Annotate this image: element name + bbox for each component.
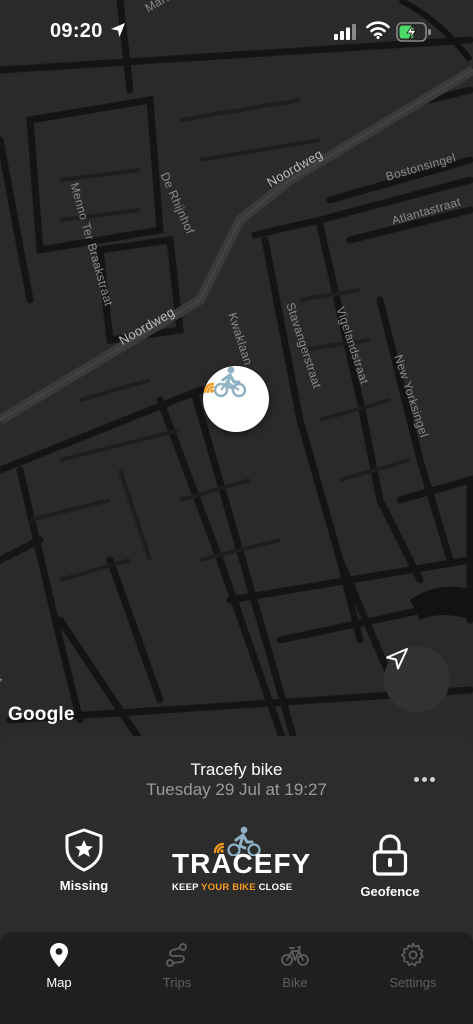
tagline-accent: YOUR BIKE	[201, 882, 256, 893]
missing-button[interactable]: Missing	[48, 828, 120, 893]
last-seen-timestamp: Tuesday 29 Jul at 19:27	[146, 780, 327, 799]
geofence-label: Geofence	[360, 884, 420, 899]
map-view[interactable]: Marti Noordweg Noordweg De Rhijnhof Menn…	[0, 0, 473, 760]
missing-label: Missing	[59, 878, 109, 893]
more-horizontal-icon	[414, 777, 419, 782]
brand-tagline: KEEP YOUR BIKE CLOSE	[172, 882, 292, 893]
tab-bar: Map Trips Bike Settings	[0, 932, 473, 1024]
tab-settings[interactable]: Settings	[368, 942, 458, 1002]
tab-label: Trips	[162, 975, 192, 990]
tab-bike[interactable]: Bike	[250, 942, 340, 1002]
map-pin-icon	[50, 943, 68, 967]
tab-label: Map	[46, 975, 72, 990]
shield-star-icon	[65, 828, 103, 872]
cellular-signal-icon	[334, 24, 356, 40]
wifi-icon	[366, 21, 390, 39]
route-icon	[166, 943, 187, 967]
bike-location-marker[interactable]	[203, 366, 269, 432]
tracefy-logo: TRACEFY KEEP YOUR BIKE CLOSE	[170, 826, 310, 898]
more-horizontal-icon	[422, 777, 427, 782]
google-attribution: Google	[8, 704, 75, 725]
lock-icon	[372, 834, 408, 876]
bike-name: Tracefy bike	[190, 760, 283, 779]
brand-wordmark: TRACEFY	[172, 848, 312, 879]
tab-label: Bike	[282, 975, 308, 990]
location-arrow-icon	[111, 23, 125, 37]
battery-charging-icon	[396, 22, 431, 42]
more-options-button[interactable]	[404, 770, 444, 790]
recenter-location-button[interactable]	[384, 646, 450, 712]
navigation-arrow-icon	[386, 648, 408, 670]
tagline-end: CLOSE	[255, 882, 293, 893]
bicycle-tracking-icon	[203, 366, 247, 398]
status-time: 09:20	[50, 20, 103, 42]
bicycle-icon	[281, 946, 309, 966]
status-bar: 09:20	[0, 0, 473, 64]
tab-map[interactable]: Map	[14, 942, 104, 1002]
tab-trips[interactable]: Trips	[132, 942, 222, 1002]
tab-label: Settings	[389, 975, 437, 990]
gear-icon	[400, 942, 424, 967]
geofence-button[interactable]: Geofence	[350, 834, 430, 899]
more-horizontal-icon	[430, 777, 435, 782]
tagline-start: KEEP	[172, 882, 202, 893]
